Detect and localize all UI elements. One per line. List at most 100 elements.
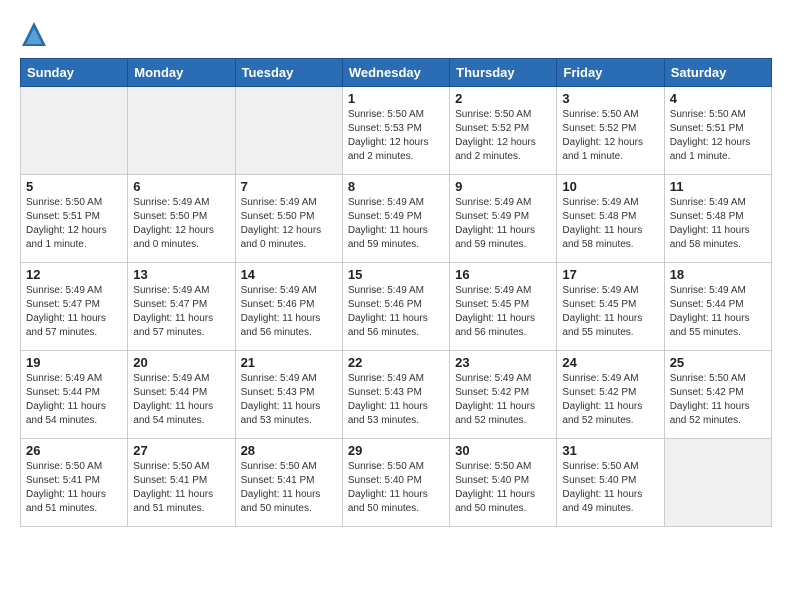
calendar-cell: 3 Sunrise: 5:50 AM Sunset: 5:52 PM Daylig…	[557, 87, 664, 175]
calendar-cell: 17 Sunrise: 5:49 AM Sunset: 5:45 PM Dayli…	[557, 263, 664, 351]
calendar-cell: 8 Sunrise: 5:49 AM Sunset: 5:49 PM Daylig…	[342, 175, 449, 263]
calendar-cell: 4 Sunrise: 5:50 AM Sunset: 5:51 PM Daylig…	[664, 87, 771, 175]
calendar-cell: 28 Sunrise: 5:50 AM Sunset: 5:41 PM Dayli…	[235, 439, 342, 527]
day-info: Sunrise: 5:50 AM Sunset: 5:40 PM Dayligh…	[455, 460, 551, 516]
weekday-header-friday: Friday	[557, 59, 664, 87]
calendar-cell: 25 Sunrise: 5:50 AM Sunset: 5:42 PM Dayli…	[664, 351, 771, 439]
week-row-4: 19 Sunrise: 5:49 AM Sunset: 5:44 PM Dayli…	[21, 351, 772, 439]
weekday-header-row: SundayMondayTuesdayWednesdayThursdayFrid…	[21, 59, 772, 87]
day-number: 1	[348, 91, 444, 106]
day-info: Sunrise: 5:49 AM Sunset: 5:50 PM Dayligh…	[241, 196, 337, 252]
day-info: Sunrise: 5:49 AM Sunset: 5:45 PM Dayligh…	[455, 284, 551, 340]
weekday-header-monday: Monday	[128, 59, 235, 87]
calendar-cell: 6Sunrise: 5:49 AM Sunset: 5:50 PM Daylig…	[128, 175, 235, 263]
day-info: Sunrise: 5:49 AM Sunset: 5:46 PM Dayligh…	[348, 284, 444, 340]
calendar-cell	[664, 439, 771, 527]
week-row-3: 12 Sunrise: 5:49 AM Sunset: 5:47 PM Dayli…	[21, 263, 772, 351]
weekday-header-sunday: Sunday	[21, 59, 128, 87]
day-info: Sunrise: 5:49 AM Sunset: 5:42 PM Dayligh…	[455, 372, 551, 428]
calendar-cell: 16 Sunrise: 5:49 AM Sunset: 5:45 PM Dayli…	[450, 263, 557, 351]
day-number: 14	[241, 267, 337, 282]
weekday-header-thursday: Thursday	[450, 59, 557, 87]
day-number: 6	[133, 179, 229, 194]
calendar-cell: 30 Sunrise: 5:50 AM Sunset: 5:40 PM Dayli…	[450, 439, 557, 527]
calendar-cell: 13 Sunrise: 5:49 AM Sunset: 5:47 PM Dayli…	[128, 263, 235, 351]
calendar-cell: 18 Sunrise: 5:49 AM Sunset: 5:44 PM Dayli…	[664, 263, 771, 351]
day-number: 25	[670, 355, 766, 370]
day-info: Sunrise: 5:49 AM Sunset: 5:45 PM Dayligh…	[562, 284, 658, 340]
calendar-cell: 20Sunrise: 5:49 AM Sunset: 5:44 PM Dayli…	[128, 351, 235, 439]
day-number: 2	[455, 91, 551, 106]
day-info: Sunrise: 5:50 AM Sunset: 5:51 PM Dayligh…	[670, 108, 766, 164]
day-number: 8	[348, 179, 444, 194]
calendar-cell: 15 Sunrise: 5:49 AM Sunset: 5:46 PM Dayli…	[342, 263, 449, 351]
day-info: Sunrise: 5:49 AM Sunset: 5:44 PM Dayligh…	[26, 372, 122, 428]
logo-icon	[20, 20, 48, 48]
logo	[20, 20, 52, 48]
calendar-cell	[128, 87, 235, 175]
calendar-cell: 23Sunrise: 5:49 AM Sunset: 5:42 PM Dayli…	[450, 351, 557, 439]
calendar-cell: 27 Sunrise: 5:50 AM Sunset: 5:41 PM Dayli…	[128, 439, 235, 527]
calendar-cell: 21Sunrise: 5:49 AM Sunset: 5:43 PM Dayli…	[235, 351, 342, 439]
day-number: 30	[455, 443, 551, 458]
day-info: Sunrise: 5:50 AM Sunset: 5:41 PM Dayligh…	[241, 460, 337, 516]
calendar-cell: 11 Sunrise: 5:49 AM Sunset: 5:48 PM Dayli…	[664, 175, 771, 263]
day-number: 16	[455, 267, 551, 282]
page: SundayMondayTuesdayWednesdayThursdayFrid…	[0, 0, 792, 537]
calendar-cell: 9 Sunrise: 5:49 AM Sunset: 5:49 PM Daylig…	[450, 175, 557, 263]
day-info: Sunrise: 5:49 AM Sunset: 5:47 PM Dayligh…	[26, 284, 122, 340]
calendar-cell: 22Sunrise: 5:49 AM Sunset: 5:43 PM Dayli…	[342, 351, 449, 439]
day-info: Sunrise: 5:49 AM Sunset: 5:48 PM Dayligh…	[670, 196, 766, 252]
day-info: Sunrise: 5:49 AM Sunset: 5:49 PM Dayligh…	[348, 196, 444, 252]
weekday-header-wednesday: Wednesday	[342, 59, 449, 87]
day-number: 29	[348, 443, 444, 458]
day-number: 12	[26, 267, 122, 282]
day-info: Sunrise: 5:49 AM Sunset: 5:42 PM Dayligh…	[562, 372, 658, 428]
calendar-cell: 12 Sunrise: 5:49 AM Sunset: 5:47 PM Dayli…	[21, 263, 128, 351]
day-number: 4	[670, 91, 766, 106]
day-number: 13	[133, 267, 229, 282]
day-number: 28	[241, 443, 337, 458]
day-number: 11	[670, 179, 766, 194]
day-number: 31	[562, 443, 658, 458]
day-info: Sunrise: 5:50 AM Sunset: 5:41 PM Dayligh…	[133, 460, 229, 516]
calendar-cell: 2 Sunrise: 5:50 AM Sunset: 5:52 PM Daylig…	[450, 87, 557, 175]
calendar-cell: 31 Sunrise: 5:50 AM Sunset: 5:40 PM Dayli…	[557, 439, 664, 527]
day-number: 27	[133, 443, 229, 458]
calendar-cell	[235, 87, 342, 175]
calendar-cell: 29 Sunrise: 5:50 AM Sunset: 5:40 PM Dayli…	[342, 439, 449, 527]
calendar-cell: 26Sunrise: 5:50 AM Sunset: 5:41 PM Dayli…	[21, 439, 128, 527]
day-number: 3	[562, 91, 658, 106]
day-number: 9	[455, 179, 551, 194]
day-info: Sunrise: 5:49 AM Sunset: 5:47 PM Dayligh…	[133, 284, 229, 340]
day-info: Sunrise: 5:50 AM Sunset: 5:40 PM Dayligh…	[562, 460, 658, 516]
day-info: Sunrise: 5:49 AM Sunset: 5:43 PM Dayligh…	[241, 372, 337, 428]
day-info: Sunrise: 5:49 AM Sunset: 5:49 PM Dayligh…	[455, 196, 551, 252]
day-number: 15	[348, 267, 444, 282]
calendar-cell: 19 Sunrise: 5:49 AM Sunset: 5:44 PM Dayli…	[21, 351, 128, 439]
day-info: Sunrise: 5:50 AM Sunset: 5:40 PM Dayligh…	[348, 460, 444, 516]
day-info: Sunrise: 5:50 AM Sunset: 5:52 PM Dayligh…	[562, 108, 658, 164]
week-row-2: 5 Sunrise: 5:50 AM Sunset: 5:51 PM Daylig…	[21, 175, 772, 263]
day-number: 17	[562, 267, 658, 282]
day-info: Sunrise: 5:49 AM Sunset: 5:48 PM Dayligh…	[562, 196, 658, 252]
calendar: SundayMondayTuesdayWednesdayThursdayFrid…	[20, 58, 772, 527]
day-number: 20	[133, 355, 229, 370]
day-info: Sunrise: 5:50 AM Sunset: 5:42 PM Dayligh…	[670, 372, 766, 428]
day-number: 22	[348, 355, 444, 370]
weekday-header-saturday: Saturday	[664, 59, 771, 87]
day-info: Sunrise: 5:50 AM Sunset: 5:53 PM Dayligh…	[348, 108, 444, 164]
weekday-header-tuesday: Tuesday	[235, 59, 342, 87]
week-row-5: 26 Sunrise: 5:50 AM Sunset: 5:41 PM Dayli…	[21, 439, 772, 527]
day-number: 19	[26, 355, 122, 370]
day-number: 5	[26, 179, 122, 194]
day-info: Sunrise: 5:49 AM Sunset: 5:44 PM Dayligh…	[670, 284, 766, 340]
calendar-cell: 7 Sunrise: 5:49 AM Sunset: 5:50 PM Daylig…	[235, 175, 342, 263]
day-number: 26	[26, 443, 122, 458]
day-number: 7	[241, 179, 337, 194]
day-info: Sunrise: 5:50 AM Sunset: 5:52 PM Dayligh…	[455, 108, 551, 164]
calendar-cell: 5 Sunrise: 5:50 AM Sunset: 5:51 PM Daylig…	[21, 175, 128, 263]
day-number: 24	[562, 355, 658, 370]
day-info: Sunrise: 5:50 AM Sunset: 5:51 PM Dayligh…	[26, 196, 122, 252]
day-number: 18	[670, 267, 766, 282]
